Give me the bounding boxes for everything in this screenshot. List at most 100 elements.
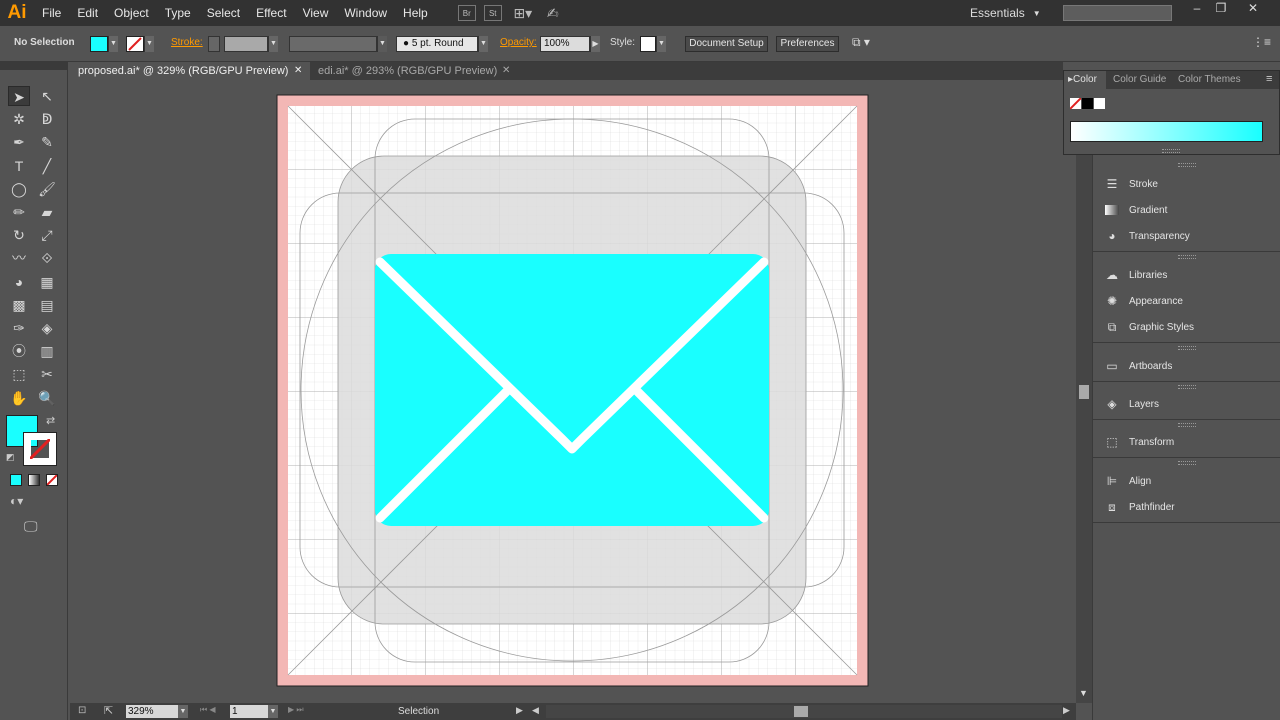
share-icon[interactable]: ⇱ [104,704,113,717]
artboard-tool[interactable]: ⬚ [8,364,30,384]
white-swatch[interactable] [1094,98,1105,109]
brush-definition-field[interactable]: ● 5 pt. Round [396,36,478,52]
color-mode-icon[interactable] [10,474,22,486]
panel-grip[interactable] [1178,255,1196,259]
variable-width-dropdown[interactable]: ▼ [377,36,387,52]
warp-tool[interactable]: 〰 [8,248,30,268]
pen-tool[interactable]: ✒ [8,132,30,152]
panel-grip[interactable] [1178,461,1196,465]
menu-edit[interactable]: Edit [69,0,106,26]
panel-align[interactable]: ⊫ Align [1103,471,1151,491]
panel-grip[interactable] [1178,346,1196,350]
perspective-grid-tool[interactable]: ▦ [36,272,58,292]
tab-proposed[interactable]: proposed.ai* @ 329% (RGB/GPU Preview) ✕ [70,62,310,80]
pencil-tool[interactable]: ✏ [8,202,30,222]
arrange-documents-icon[interactable]: ⊞▾ [510,5,536,21]
stock-icon[interactable]: St [483,5,502,21]
first-artboard-icon[interactable]: ⏮ ◀ [200,705,216,715]
swap-fill-stroke-icon[interactable]: ⇄ [46,414,55,427]
rotate-tool[interactable]: ↻ [8,225,30,245]
selection-tool[interactable]: ➤ [8,86,30,106]
menu-view[interactable]: View [295,0,337,26]
opacity-label[interactable]: Opacity: [500,37,537,48]
panel-layers[interactable]: ◈ Layers [1103,394,1159,414]
graphic-style-dropdown[interactable]: ▼ [656,36,666,52]
brush-dropdown[interactable]: ▼ [478,36,488,52]
artboard-number-field[interactable]: 1 [230,705,268,718]
zoom-tool[interactable]: 🔍 [36,388,58,408]
canvas-area[interactable] [70,80,1076,703]
menu-type[interactable]: Type [157,0,199,26]
panel-grip[interactable] [1178,385,1196,389]
gradient-tool[interactable]: ▤ [36,295,58,315]
arrange-icon[interactable]: ⧉ ▾ [852,35,870,50]
black-swatch[interactable] [1082,98,1093,109]
brush-gpu-icon[interactable]: ✍ [544,5,562,21]
magic-wand-tool[interactable]: ✲ [8,109,30,129]
tab-color-guide[interactable]: Color Guide [1113,71,1166,89]
menu-object[interactable]: Object [106,0,157,26]
opacity-slider-toggle[interactable]: ▶ [590,36,600,52]
panel-grip[interactable] [1178,163,1196,167]
panel-stroke[interactable]: ☰ Stroke [1103,174,1158,194]
panel-transform[interactable]: ⬚ Transform [1103,432,1174,452]
panel-menu-icon[interactable]: ≡ [1266,73,1272,85]
slice-tool[interactable]: ✂ [36,364,58,384]
gradient-mode-icon[interactable] [28,474,40,486]
menu-help[interactable]: Help [395,0,436,26]
stroke-weight-dropdown[interactable]: ▼ [268,36,278,52]
shape-builder-tool[interactable]: ◕ [8,272,30,292]
scroll-thumb[interactable] [1079,385,1089,399]
eyedropper-tool[interactable]: ✑ [8,318,30,338]
fill-dropdown[interactable]: ▼ [108,36,118,52]
panel-grip[interactable] [1178,423,1196,427]
panel-artboards[interactable]: ▭ Artboards [1103,356,1172,376]
none-swatch[interactable] [1069,97,1082,110]
fill-swatch[interactable] [90,36,108,52]
menu-select[interactable]: Select [199,0,248,26]
eraser-tool[interactable]: ▰ [36,202,58,222]
workspace-switcher[interactable]: Essentials ▼ [970,0,1041,26]
graphic-style-swatch[interactable] [640,36,656,52]
close-icon[interactable]: ✕ [502,62,510,80]
color-spectrum[interactable] [1070,121,1263,142]
opacity-field[interactable]: 100% [540,36,590,52]
lasso-tool[interactable]: ↁ [36,109,58,129]
menu-window[interactable]: Window [336,0,395,26]
variable-width-field[interactable] [289,36,377,52]
stroke-label[interactable]: Stroke: [171,37,203,48]
horizontal-scrollbar[interactable] [546,705,1062,718]
blend-tool[interactable]: ◈ [36,318,58,338]
menu-effect[interactable]: Effect [248,0,294,26]
tab-color[interactable]: ▸Color [1064,71,1106,89]
symbol-sprayer-tool[interactable]: ⦿ [8,341,30,361]
panel-appearance[interactable]: ✺ Appearance [1103,291,1183,311]
panel-gradient[interactable]: Gradient [1103,200,1167,220]
zoom-dropdown[interactable]: ▼ [178,705,188,718]
envelope-body[interactable] [375,254,769,526]
tab-color-themes[interactable]: Color Themes [1178,71,1241,89]
stroke-weight-stepper[interactable] [208,36,220,52]
direct-selection-tool[interactable]: ↖ [36,86,58,106]
panel-libraries[interactable]: ☁ Libraries [1103,265,1167,285]
drawing-modes-icon[interactable]: ◐▾ [10,494,23,508]
artboard-nav-icon[interactable]: ⊡ [78,705,86,716]
panel-menu-icon[interactable]: ⋮≡ [1252,35,1271,49]
panel-grip[interactable] [1162,149,1180,153]
hscroll-left-arrow[interactable]: ◀ [532,705,539,716]
hscroll-right-arrow[interactable]: ▶ [1063,705,1070,716]
hand-tool[interactable]: ✋ [8,388,30,408]
preferences-button[interactable]: Preferences [776,36,839,52]
maximize-button[interactable]: ❐ [1208,0,1234,16]
search-input[interactable] [1063,5,1172,21]
default-colors-icon[interactable]: ◩ [6,452,15,463]
panel-graphic-styles[interactable]: ⧉ Graphic Styles [1103,317,1194,337]
close-icon[interactable]: ✕ [294,62,302,80]
stroke-color-box[interactable] [23,432,57,466]
minimize-button[interactable]: – [1184,0,1210,16]
scroll-down-arrow[interactable]: ▼ [1079,688,1088,698]
stroke-weight-field[interactable] [224,36,268,52]
stroke-swatch[interactable] [126,36,144,52]
paintbrush-tool[interactable]: 🖌 [36,179,58,199]
vertical-scrollbar[interactable]: ▼ [1076,80,1092,703]
